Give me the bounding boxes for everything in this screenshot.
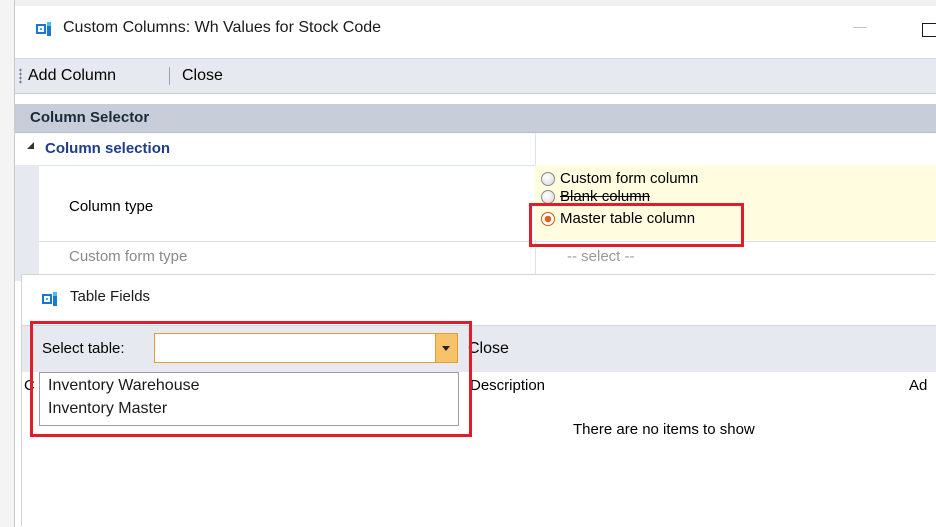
column-header-description[interactable]: Description xyxy=(470,377,545,394)
grid-gutter xyxy=(15,165,39,281)
app-logo-icon xyxy=(36,22,52,36)
column-type-label: Column type xyxy=(69,198,154,215)
custom-form-type-row: Custom form type -- select -- xyxy=(39,242,936,272)
group-label: Column selection xyxy=(45,140,171,157)
table-fields-close-button[interactable]: Close xyxy=(468,340,509,358)
property-grid: Column selection Column type Custom form… xyxy=(15,133,936,281)
group-row-column-selection[interactable]: Column selection xyxy=(15,133,936,166)
maximize-button[interactable] xyxy=(922,23,936,37)
custom-form-type-label: Custom form type xyxy=(69,248,188,265)
close-button[interactable]: Close xyxy=(182,67,223,85)
column-type-row: Column type Custom form column Blank col… xyxy=(39,165,936,242)
empty-list-message: There are no items to show xyxy=(573,421,755,438)
minimize-button[interactable]: — xyxy=(849,18,871,38)
column-selector-header: Column Selector xyxy=(15,104,936,133)
app-logo-icon xyxy=(42,292,58,306)
radio-icon[interactable] xyxy=(541,190,555,204)
collapse-triangle-icon[interactable] xyxy=(27,142,34,149)
table-fields-title: Table Fields xyxy=(70,288,151,305)
main-toolbar: Add Column Close xyxy=(15,58,936,94)
column-header-partial-right[interactable]: Ad xyxy=(909,377,927,394)
background-window-edge xyxy=(0,0,15,527)
toolbar-grip-icon[interactable] xyxy=(19,68,22,84)
highlight-box-master-table xyxy=(529,203,744,247)
toolbar-separator xyxy=(169,67,170,85)
custom-form-type-select[interactable]: -- select -- xyxy=(567,248,635,265)
window-title: Custom Columns: Wh Values for Stock Code xyxy=(63,19,382,36)
main-titlebar[interactable]: Custom Columns: Wh Values for Stock Code… xyxy=(15,6,936,52)
add-column-button[interactable]: Add Column xyxy=(28,67,116,85)
highlight-box-select-table xyxy=(30,321,472,437)
radio-label: Custom form column xyxy=(560,170,699,187)
column-selector-title: Column Selector xyxy=(30,109,150,126)
radio-icon[interactable] xyxy=(541,172,555,186)
